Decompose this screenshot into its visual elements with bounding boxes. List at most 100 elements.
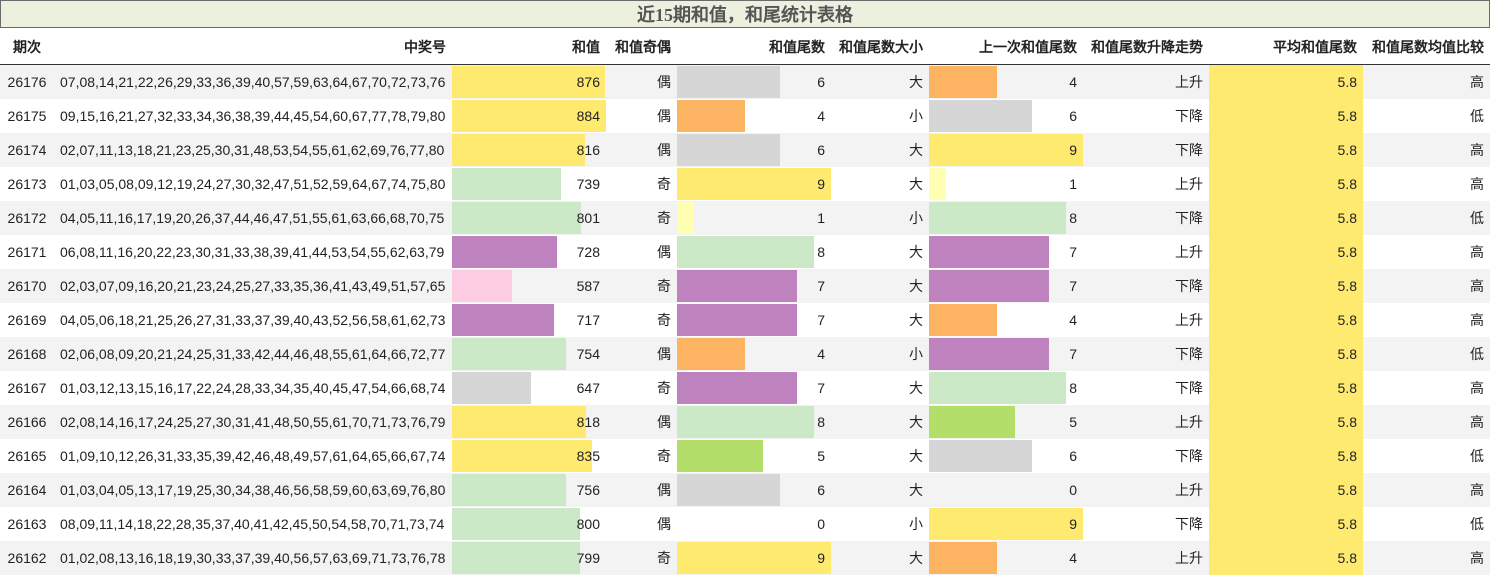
header-tail[interactable]: 和值尾数 <box>677 28 831 64</box>
table-row[interactable]: 26168 02,06,08,09,20,21,24,25,31,33,42,44… <box>0 337 1490 371</box>
sum-cell-bar <box>452 270 512 302</box>
prev-tail-cell: 8 <box>929 371 1083 405</box>
header-compare[interactable]: 和值尾数均值比较 <box>1363 28 1490 64</box>
header-numbers[interactable]: 中奖号 <box>54 28 452 64</box>
table-row[interactable]: 26166 02,08,14,16,17,24,25,27,30,31,41,48… <box>0 405 1490 439</box>
numbers-cell: 02,07,11,13,18,21,23,25,30,31,48,53,54,5… <box>54 133 452 167</box>
avg-tail-cell: 5.8 <box>1209 65 1363 99</box>
header-issue[interactable]: 期次 <box>0 28 54 64</box>
tail-size-cell: 大 <box>831 405 929 439</box>
compare-cell: 高 <box>1363 405 1490 439</box>
issue-cell-value: 26168 <box>7 346 47 362</box>
prev-tail-cell-value: 8 <box>1069 210 1077 226</box>
avg-tail-cell: 5.8 <box>1209 337 1363 371</box>
prev-tail-cell: 0 <box>929 473 1083 507</box>
table-row[interactable]: 26163 08,09,11,14,18,22,28,35,37,40,41,42… <box>0 507 1490 541</box>
trend-cell-value: 上升 <box>1175 74 1203 90</box>
header-parity[interactable]: 和值奇偶 <box>606 28 677 64</box>
table-row[interactable]: 26172 04,05,11,16,17,19,20,26,37,44,46,47… <box>0 201 1490 235</box>
parity-cell: 奇 <box>606 201 677 235</box>
prev-tail-cell-value: 0 <box>1069 482 1077 498</box>
prev-tail-cell-value: 7 <box>1069 278 1077 294</box>
tail-cell-bar <box>677 168 831 200</box>
table-title: 近15期和值，和尾统计表格 <box>0 0 1490 28</box>
avg-tail-cell-value: 5.8 <box>1337 516 1357 532</box>
avg-tail-cell-value: 5.8 <box>1337 210 1357 226</box>
numbers-cell: 08,09,11,14,18,22,28,35,37,40,41,42,45,5… <box>54 507 452 541</box>
tail-size-cell-value: 小 <box>909 210 923 226</box>
compare-cell-value: 高 <box>1470 380 1484 396</box>
issue-cell-value: 26176 <box>7 74 47 90</box>
trend-cell: 下降 <box>1083 99 1209 133</box>
tail-cell-value: 8 <box>817 414 825 430</box>
sum-cell-bar <box>452 134 585 166</box>
avg-tail-cell-value: 5.8 <box>1337 244 1357 260</box>
sum-cell-value: 800 <box>576 516 600 532</box>
table-row[interactable]: 26175 09,15,16,21,27,32,33,34,36,38,39,44… <box>0 99 1490 133</box>
table-row[interactable]: 26170 02,03,07,09,16,20,21,23,24,25,27,33… <box>0 269 1490 303</box>
trend-cell-value: 下降 <box>1175 448 1203 464</box>
numbers-cell-value: 02,06,08,09,20,21,24,25,31,33,42,44,46,4… <box>60 346 446 362</box>
trend-cell-value: 下降 <box>1175 346 1203 362</box>
table-row[interactable]: 26169 04,05,06,18,21,25,26,27,31,33,37,39… <box>0 303 1490 337</box>
tail-cell-value: 9 <box>817 550 825 566</box>
prev-tail-cell-value: 4 <box>1069 74 1077 90</box>
sum-cell-value: 739 <box>576 176 600 192</box>
tail-cell-bar <box>677 372 797 404</box>
prev-tail-cell-bar <box>929 66 997 98</box>
tail-size-cell-value: 大 <box>909 312 923 328</box>
issue-cell: 26168 <box>0 337 54 371</box>
numbers-cell-value: 04,05,11,16,17,19,20,26,37,44,46,47,51,5… <box>60 210 445 226</box>
issue-cell-value: 26169 <box>7 312 47 328</box>
compare-cell: 高 <box>1363 473 1490 507</box>
sum-cell: 876 <box>452 65 606 99</box>
compare-cell-value: 高 <box>1470 550 1484 566</box>
tail-cell: 7 <box>677 303 831 337</box>
table-row[interactable]: 26162 01,02,08,13,16,18,19,30,33,37,39,40… <box>0 541 1490 575</box>
parity-cell: 偶 <box>606 337 677 371</box>
table-row[interactable]: 26173 01,03,05,08,09,12,19,24,27,30,32,47… <box>0 167 1490 201</box>
issue-cell: 26170 <box>0 269 54 303</box>
prev-tail-cell: 7 <box>929 337 1083 371</box>
sum-cell-value: 587 <box>576 278 600 294</box>
prev-tail-cell: 8 <box>929 201 1083 235</box>
compare-cell-value: 高 <box>1470 414 1484 430</box>
issue-cell-value: 26171 <box>7 244 47 260</box>
table-row[interactable]: 26164 01,03,04,05,13,17,19,25,30,34,38,46… <box>0 473 1490 507</box>
parity-cell: 偶 <box>606 65 677 99</box>
compare-cell: 高 <box>1363 235 1490 269</box>
parity-cell: 奇 <box>606 303 677 337</box>
sum-cell: 739 <box>452 167 606 201</box>
compare-cell: 低 <box>1363 201 1490 235</box>
trend-cell-value: 上升 <box>1175 414 1203 430</box>
sum-cell: 816 <box>452 133 606 167</box>
table-row[interactable]: 26167 01,03,12,13,15,16,17,22,24,28,33,34… <box>0 371 1490 405</box>
sum-cell-value: 876 <box>576 74 600 90</box>
header-tail-size[interactable]: 和值尾数大小 <box>831 28 929 64</box>
issue-cell: 26165 <box>0 439 54 473</box>
sum-cell: 818 <box>452 405 606 439</box>
header-avg-tail[interactable]: 平均和值尾数 <box>1209 28 1363 64</box>
table-row[interactable]: 26176 07,08,14,21,22,26,29,33,36,39,40,57… <box>0 65 1490 99</box>
header-trend[interactable]: 和值尾数升降走势 <box>1083 28 1209 64</box>
tail-size-cell-value: 小 <box>909 516 923 532</box>
numbers-cell: 09,15,16,21,27,32,33,34,36,38,39,44,45,5… <box>54 99 452 133</box>
compare-cell-value: 高 <box>1470 278 1484 294</box>
avg-tail-cell: 5.8 <box>1209 167 1363 201</box>
avg-tail-cell: 5.8 <box>1209 269 1363 303</box>
parity-cell: 偶 <box>606 473 677 507</box>
table-row[interactable]: 26174 02,07,11,13,18,21,23,25,30,31,48,53… <box>0 133 1490 167</box>
tail-cell: 8 <box>677 235 831 269</box>
avg-tail-cell-value: 5.8 <box>1337 142 1357 158</box>
compare-cell-value: 低 <box>1470 108 1484 124</box>
header-prev-tail[interactable]: 上一次和值尾数 <box>929 28 1083 64</box>
tail-cell-value: 6 <box>817 482 825 498</box>
numbers-cell: 01,03,05,08,09,12,19,24,27,30,32,47,51,5… <box>54 167 452 201</box>
prev-tail-cell-value: 7 <box>1069 244 1077 260</box>
table-row[interactable]: 26171 06,08,11,16,20,22,23,30,31,33,38,39… <box>0 235 1490 269</box>
compare-cell: 低 <box>1363 337 1490 371</box>
table-row[interactable]: 26165 01,09,10,12,26,31,33,35,39,42,46,48… <box>0 439 1490 473</box>
header-sum[interactable]: 和值 <box>452 28 606 64</box>
tail-size-cell: 大 <box>831 269 929 303</box>
tail-cell-value: 4 <box>817 346 825 362</box>
